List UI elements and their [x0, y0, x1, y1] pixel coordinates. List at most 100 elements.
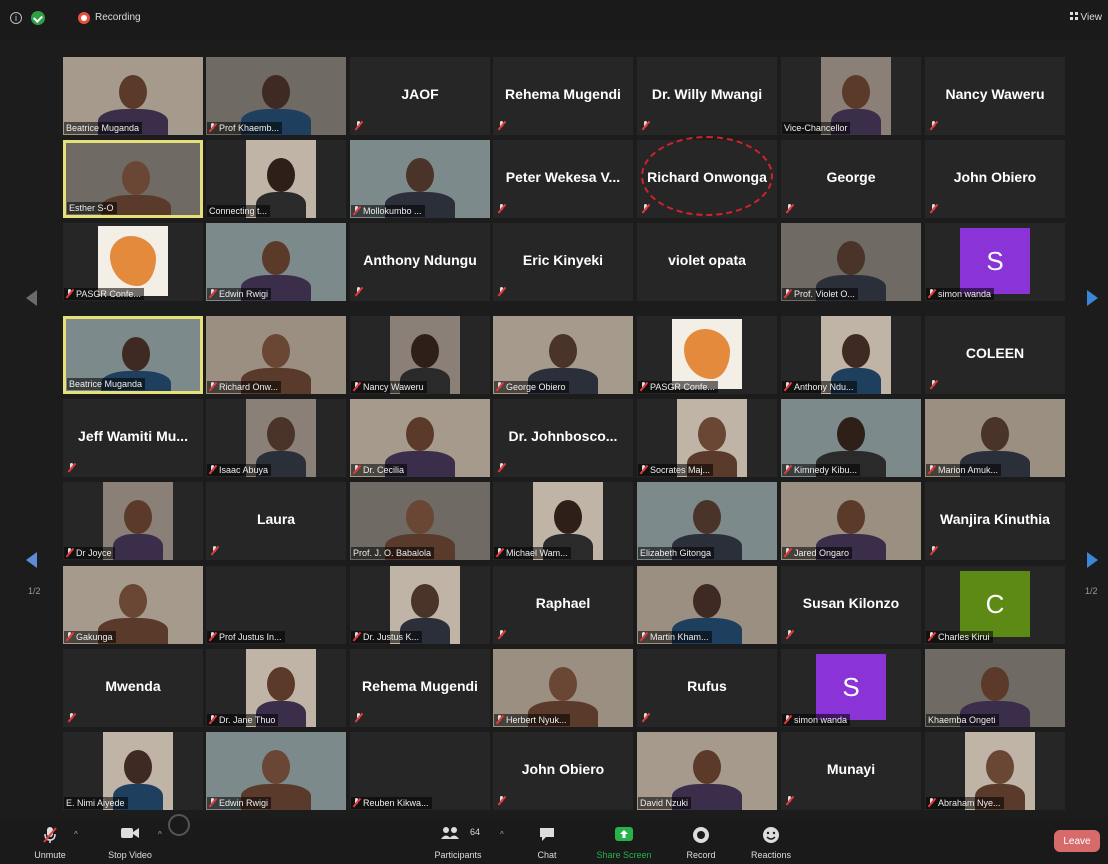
reactions-button[interactable]: Reactions [731, 818, 811, 864]
participant-label-text: Charles Kirui [938, 632, 990, 642]
participant-label: simon wanda [782, 714, 851, 726]
participant-label: E. Nimi Aiyede [64, 797, 128, 809]
mic-muted-icon [930, 380, 937, 389]
stop-video-button[interactable]: Stop Video [90, 818, 170, 864]
participant-tile[interactable]: Marion Amuk... [925, 399, 1065, 477]
video-options-caret-icon[interactable]: ^ [158, 830, 162, 839]
participant-tile[interactable]: Michael Wam... [493, 482, 633, 560]
participant-tile[interactable]: PASGR Confe... [63, 223, 203, 301]
participant-name: Dr. Willy Mwangi [651, 86, 763, 102]
record-button[interactable]: Record [661, 818, 741, 864]
participant-tile[interactable]: Kimnedy Kibu... [781, 399, 921, 477]
participant-tile[interactable]: Eric Kinyeki [493, 223, 633, 301]
participant-tile[interactable]: Jeff Wamiti Mu... [63, 399, 203, 477]
participant-tile[interactable]: Beatrice Muganda [63, 316, 203, 394]
participant-tile[interactable]: Ssimon wanda [781, 649, 921, 727]
participant-tile[interactable]: Herbert Nyuk... [493, 649, 633, 727]
participant-tile[interactable]: Laura [206, 482, 346, 560]
participant-tile[interactable]: PASGR Confe... [637, 316, 777, 394]
participant-tile[interactable]: Esther S-O [63, 140, 203, 218]
participant-tile[interactable]: Mwenda [63, 649, 203, 727]
participant-tile[interactable]: George Obiero [493, 316, 633, 394]
participant-label-text: Beatrice Muganda [69, 379, 143, 389]
participant-tile[interactable]: Nancy Waweru [925, 57, 1065, 135]
reactions-smiley-icon [762, 826, 780, 846]
person-head [549, 334, 577, 368]
mic-muted-icon [66, 548, 73, 557]
participants-button[interactable]: 64 Participants [418, 818, 498, 864]
participant-tile[interactable]: Vice-Chancellor [781, 57, 921, 135]
participant-tile[interactable]: C Charles Kirui [925, 566, 1065, 644]
participants-caret-icon[interactable]: ^ [500, 830, 504, 839]
participant-tile[interactable]: COLEEN [925, 316, 1065, 394]
participant-tile[interactable]: Munayi [781, 732, 921, 810]
participant-tile[interactable]: JAOF [350, 57, 490, 135]
mic-muted-icon [498, 630, 505, 639]
security-shield-icon[interactable] [31, 11, 45, 25]
participant-tile[interactable]: Isaac Abuya [206, 399, 346, 477]
person-head [122, 161, 150, 195]
participant-tile[interactable]: George [781, 140, 921, 218]
next-page-arrow-icon[interactable] [1087, 290, 1098, 306]
next-page-arrow-icon[interactable] [1087, 552, 1098, 568]
participant-tile[interactable]: Prof Khaemb... [206, 57, 346, 135]
mic-muted-icon [786, 204, 793, 213]
share-screen-icon [614, 826, 634, 844]
participant-tile[interactable]: David Nzuki [637, 732, 777, 810]
leave-button[interactable]: Leave [1054, 830, 1100, 852]
participant-tile[interactable]: Edwin Rwigi [206, 732, 346, 810]
mic-muted-icon [930, 204, 937, 213]
participant-tile[interactable]: Khaemba Ongeti [925, 649, 1065, 727]
participant-tile[interactable]: Prof Justus In... [206, 566, 346, 644]
view-button[interactable]: View [1069, 12, 1102, 23]
participant-tile[interactable]: Abraham Nye... [925, 732, 1065, 810]
participant-tile[interactable]: John Obiero [925, 140, 1065, 218]
mic-muted-icon [498, 463, 505, 472]
participant-tile[interactable]: Rehema Mugendi [350, 649, 490, 727]
participant-tile[interactable]: John Obiero [493, 732, 633, 810]
participant-tile[interactable]: Dr Joyce [63, 482, 203, 560]
participant-tile[interactable]: Raphael [493, 566, 633, 644]
participant-tile[interactable]: Prof. Violet O... [781, 223, 921, 301]
audio-options-caret-icon[interactable]: ^ [74, 830, 78, 839]
participant-tile[interactable]: Rufus [637, 649, 777, 727]
participant-tile[interactable]: Ssimon wanda [925, 223, 1065, 301]
participant-tile[interactable]: Connecting t... [206, 140, 346, 218]
participant-tile[interactable]: Dr. Cecilia [350, 399, 490, 477]
participant-tile[interactable]: Prof. J. O. Babalola [350, 482, 490, 560]
participant-tile[interactable]: Dr. Justus K... [350, 566, 490, 644]
participant-tile[interactable]: Socrates Maj... [637, 399, 777, 477]
participant-tile[interactable]: Jared Ongaro [781, 482, 921, 560]
participant-tile[interactable]: violet opata [637, 223, 777, 301]
chat-button[interactable]: Chat [507, 818, 587, 864]
unmute-button[interactable]: Unmute [10, 818, 90, 864]
participant-tile[interactable]: Edwin Rwigi [206, 223, 346, 301]
participant-tile[interactable]: Dr. Willy Mwangi [637, 57, 777, 135]
prev-page-arrow-icon[interactable] [26, 552, 37, 568]
participant-tile[interactable]: Peter Wekesa V... [493, 140, 633, 218]
mic-muted-icon [209, 632, 216, 641]
mic-muted-icon [786, 796, 793, 805]
participant-tile[interactable]: Anthony Ndungu [350, 223, 490, 301]
participant-tile[interactable]: Dr. Jane Thuo [206, 649, 346, 727]
participant-tile[interactable]: Rehema Mugendi [493, 57, 633, 135]
participant-tile[interactable]: Elizabeth Gitonga [637, 482, 777, 560]
prev-page-arrow-icon[interactable] [26, 290, 37, 306]
share-screen-button[interactable]: Share Screen [584, 818, 664, 864]
participant-tile[interactable]: Martin Kham... [637, 566, 777, 644]
participant-tile[interactable]: Beatrice Muganda [63, 57, 203, 135]
meeting-info-icon[interactable]: i [10, 12, 22, 24]
participant-tile[interactable]: E. Nimi Aiyede [63, 732, 203, 810]
participant-tile[interactable]: Nancy Waweru [350, 316, 490, 394]
participant-tile[interactable]: Wanjira Kinuthia [925, 482, 1065, 560]
mic-muted-icon [928, 289, 935, 298]
participant-tile[interactable]: Reuben Kikwa... [350, 732, 490, 810]
participant-tile[interactable]: Richard Onw... [206, 316, 346, 394]
participant-tile[interactable]: Anthony Ndu... [781, 316, 921, 394]
participant-tile[interactable]: Susan Kilonzo [781, 566, 921, 644]
participant-label-text: George Obiero [506, 382, 566, 392]
participant-tile[interactable]: Gakunga [63, 566, 203, 644]
participant-tile[interactable]: Richard Onwonga [637, 140, 777, 218]
participant-tile[interactable]: Dr. Johnbosco... [493, 399, 633, 477]
participant-tile[interactable]: Mollokumbo ... [350, 140, 490, 218]
